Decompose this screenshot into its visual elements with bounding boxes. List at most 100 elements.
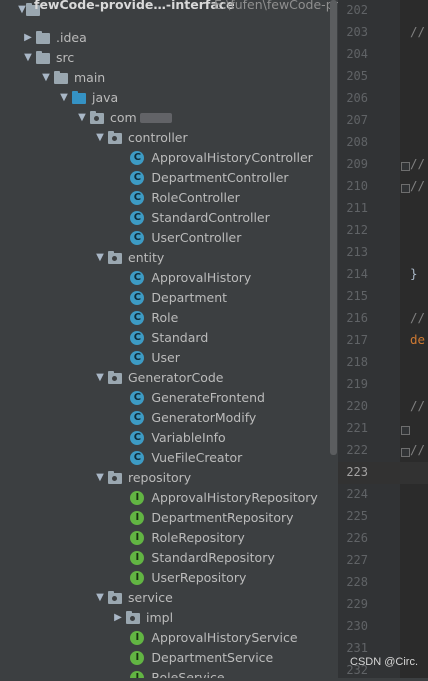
chevron-down-icon[interactable]: ▼ xyxy=(94,368,106,388)
line-number: 221 xyxy=(346,421,368,435)
class-icon: C xyxy=(130,451,145,465)
chevron-down-icon[interactable]: ▼ xyxy=(40,68,52,88)
tree-item-generatormodify[interactable]: C GeneratorModify xyxy=(0,408,338,428)
tree-item-role[interactable]: C Role xyxy=(0,308,338,328)
tree-item-label: DepartmentController xyxy=(151,170,289,185)
chevron-down-icon[interactable]: ▼ xyxy=(22,48,34,68)
tree-scrollbar[interactable] xyxy=(330,0,337,455)
tree-item-standardcontroller[interactable]: C StandardController xyxy=(0,208,338,228)
tree-item-java[interactable]: ▼ java xyxy=(0,88,338,108)
interface-icon: I xyxy=(130,551,145,565)
folder-icon xyxy=(54,71,68,84)
tree-item-usercontroller[interactable]: C UserController xyxy=(0,228,338,248)
interface-icon: I xyxy=(130,491,145,505)
tree-item-com[interactable]: ▼ com xyxy=(0,108,338,128)
line-number: 226 xyxy=(346,531,368,545)
interface-icon: I xyxy=(130,671,145,678)
tree-item-label: DepartmentService xyxy=(151,650,274,665)
tree-item-generatefrontend[interactable]: C GenerateFrontend xyxy=(0,388,338,408)
project-path: E:\fufen\fewCode-pro xyxy=(214,0,338,12)
code-line[interactable]: } xyxy=(410,263,418,285)
tree-item-userrepository[interactable]: I UserRepository xyxy=(0,568,338,588)
chevron-down-icon[interactable]: ▼ xyxy=(94,248,106,268)
tree-item-variableinfo[interactable]: C VariableInfo xyxy=(0,428,338,448)
tree-item-standard[interactable]: C Standard xyxy=(0,328,338,348)
line-number: 214 xyxy=(346,267,368,281)
tree-item-user[interactable]: C User xyxy=(0,348,338,368)
tree-item-approvalhistoryrepository[interactable]: I ApprovalHistoryRepository xyxy=(0,488,338,508)
interface-icon: I xyxy=(130,531,145,545)
line-number: 213 xyxy=(346,245,368,259)
line-number: 215 xyxy=(346,289,368,303)
tree-item-service[interactable]: ▼ service xyxy=(0,588,338,608)
tree-item-project-root[interactable]: ▼ fewCode-provide…-interface E:\fufen\fe… xyxy=(0,0,338,20)
chevron-down-icon[interactable]: ▼ xyxy=(76,108,88,128)
line-number: 212 xyxy=(346,223,368,237)
chevron-down-icon[interactable]: ▼ xyxy=(94,128,106,148)
tree-item-controller[interactable]: ▼ controller xyxy=(0,128,338,148)
tree-item-approvalhistorycontroller[interactable]: C ApprovalHistoryController xyxy=(0,148,338,168)
tree-item-label: RoleService xyxy=(151,670,225,678)
tree-item-department[interactable]: C Department xyxy=(0,288,338,308)
tree-item-src[interactable]: ▼ src xyxy=(0,48,338,68)
class-icon: C xyxy=(130,351,145,365)
line-number: 205 xyxy=(346,69,368,83)
tree-item-departmentrepository[interactable]: I DepartmentRepository xyxy=(0,508,338,528)
code-line[interactable]: de xyxy=(410,329,425,351)
code-line[interactable]: // xyxy=(410,395,425,417)
line-number: 222 xyxy=(346,443,368,457)
chevron-right-icon[interactable]: ▶ xyxy=(22,28,34,48)
tree-item-repository[interactable]: ▼ repository xyxy=(0,468,338,488)
tree-item-idea[interactable]: ▶ .idea xyxy=(0,28,338,48)
tree-item-roleservice[interactable]: I RoleService xyxy=(0,668,338,678)
tree-item-label: src xyxy=(56,50,75,65)
tree-item-label: ApprovalHistoryService xyxy=(151,630,298,645)
chevron-down-icon[interactable]: ▼ xyxy=(94,588,106,608)
fold-marker-icon[interactable] xyxy=(401,184,410,193)
code-line[interactable]: // xyxy=(410,175,425,197)
code-line[interactable]: // xyxy=(410,21,425,43)
line-number: 204 xyxy=(346,47,368,61)
tree-item-label: Department xyxy=(151,290,228,305)
fold-marker-icon[interactable] xyxy=(401,448,410,457)
tree-item-main[interactable]: ▼ main xyxy=(0,68,338,88)
line-number: 219 xyxy=(346,377,368,391)
tree-item-entity[interactable]: ▼ entity xyxy=(0,248,338,268)
code-line[interactable]: // xyxy=(410,307,425,329)
tree-item-standardrepository[interactable]: I StandardRepository xyxy=(0,548,338,568)
class-icon: C xyxy=(130,411,145,425)
line-number: 223 xyxy=(346,465,368,479)
tree-item-departmentcontroller[interactable]: C DepartmentController xyxy=(0,168,338,188)
class-icon: C xyxy=(130,211,145,225)
interface-icon: I xyxy=(130,511,145,525)
line-number: 202 xyxy=(346,3,368,17)
tree-item-vuefilecreator[interactable]: C VueFileCreator xyxy=(0,448,338,468)
tree-item-label: controller xyxy=(128,130,188,145)
watermark: CSDN @Circ. xyxy=(350,656,418,668)
tree-item-label: UserController xyxy=(151,230,242,245)
tree-item-label: Standard xyxy=(151,330,209,345)
chevron-down-icon[interactable]: ▼ xyxy=(58,88,70,108)
line-number: 208 xyxy=(346,135,368,149)
fold-marker-icon[interactable] xyxy=(401,426,410,435)
fold-marker-icon[interactable] xyxy=(401,162,410,171)
tree-item-departmentservice[interactable]: I DepartmentService xyxy=(0,648,338,668)
line-number: 225 xyxy=(346,509,368,523)
code-line[interactable]: // xyxy=(410,439,425,461)
line-number: 230 xyxy=(346,619,368,633)
code-line[interactable]: // xyxy=(410,153,425,175)
tree-item-rolecontroller[interactable]: C RoleController xyxy=(0,188,338,208)
tree-item-label: service xyxy=(128,590,173,605)
tree-item-label: ApprovalHistory xyxy=(151,270,252,285)
class-icon: C xyxy=(130,311,145,325)
tree-item-label: com xyxy=(110,110,137,125)
tree-item-rolerepository[interactable]: I RoleRepository xyxy=(0,528,338,548)
tree-item-approvalhistory[interactable]: C ApprovalHistory xyxy=(0,268,338,288)
tree-item-generatorcode[interactable]: ▼ GeneratorCode xyxy=(0,368,338,388)
tree-item-approvalhistoryservice[interactable]: I ApprovalHistoryService xyxy=(0,628,338,648)
line-number: 229 xyxy=(346,597,368,611)
tree-item-impl[interactable]: ▶ impl xyxy=(0,608,338,628)
chevron-right-icon[interactable]: ▶ xyxy=(112,608,124,628)
tree-item-label: main xyxy=(74,70,106,85)
chevron-down-icon[interactable]: ▼ xyxy=(94,468,106,488)
